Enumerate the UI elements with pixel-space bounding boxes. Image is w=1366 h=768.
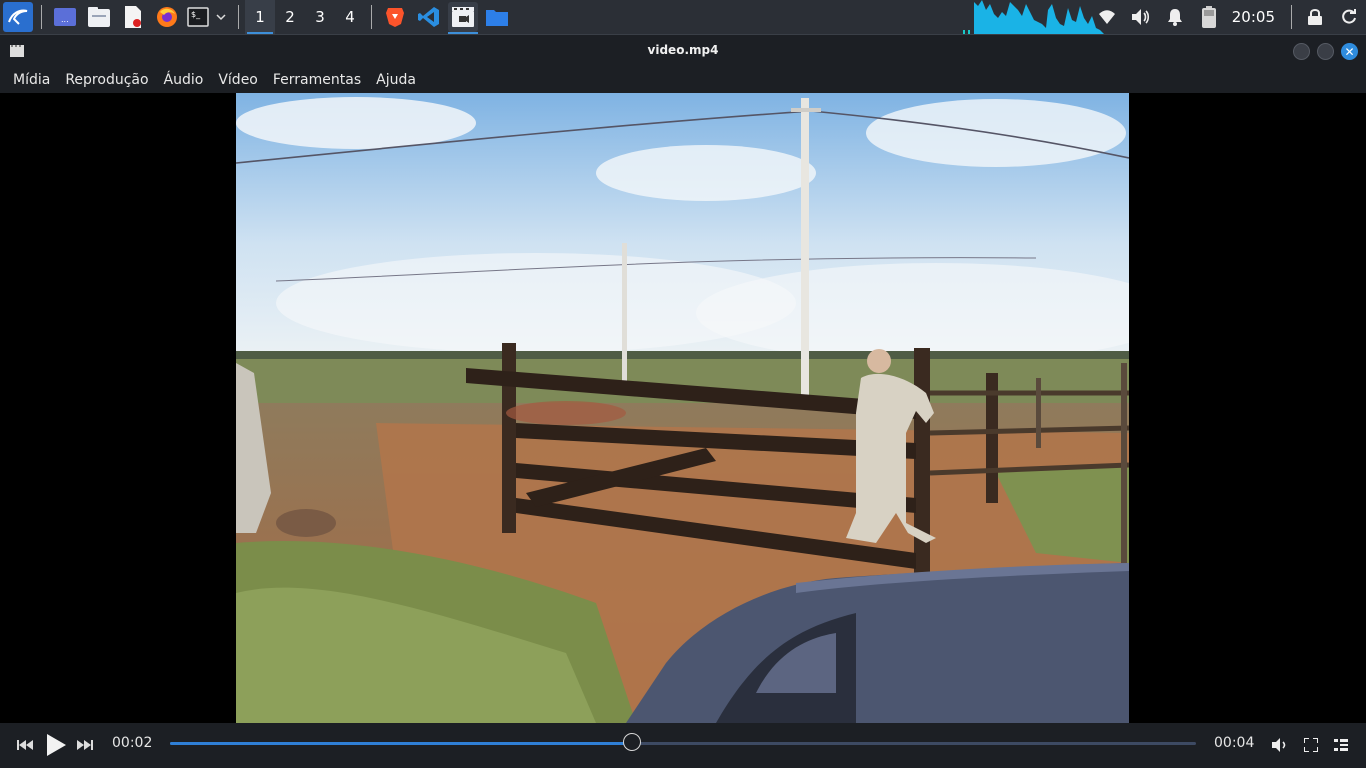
close-icon: ✕ <box>1344 44 1355 59</box>
next-button[interactable] <box>74 735 96 755</box>
taskbar: ... $_ 1 2 3 4 20:05 <box>0 0 1366 34</box>
firefox-icon[interactable] <box>152 2 182 32</box>
total-time: 00:04 <box>1214 735 1255 751</box>
volume-icon[interactable] <box>1124 0 1158 34</box>
battery-icon <box>1192 0 1226 34</box>
terminal-icon[interactable]: $_ <box>186 2 230 32</box>
video-player-icon[interactable] <box>448 2 478 34</box>
seek-handle[interactable] <box>622 733 641 751</box>
menu-playback[interactable]: Reprodução <box>59 72 154 88</box>
menu-audio[interactable]: Áudio <box>158 72 210 88</box>
workspace-4[interactable]: 4 <box>335 0 365 34</box>
video-frame-image <box>236 93 1129 723</box>
brave-icon[interactable] <box>380 2 410 32</box>
previous-button[interactable] <box>14 735 36 755</box>
playlist-icon <box>1334 739 1348 751</box>
video-display[interactable] <box>0 93 1366 723</box>
refresh-icon[interactable] <box>1332 0 1366 34</box>
volume-icon <box>1272 738 1286 752</box>
player-controls: 00:02 00:04 <box>0 723 1366 768</box>
taskbar-separator <box>238 5 239 29</box>
fullscreen-icon <box>1304 738 1318 752</box>
taskbar-separator <box>371 5 372 29</box>
wifi-icon[interactable] <box>1090 0 1124 34</box>
workspace-2[interactable]: 2 <box>275 0 305 34</box>
seek-bar[interactable] <box>170 733 1196 751</box>
window-title: video.mp4 <box>647 43 719 57</box>
workspace-3[interactable]: 3 <box>305 0 335 34</box>
close-button[interactable]: ✕ <box>1341 43 1358 60</box>
folder-icon[interactable] <box>482 2 512 32</box>
lock-icon[interactable] <box>1298 0 1332 34</box>
menu-tools[interactable]: Ferramentas <box>267 72 367 88</box>
minimize-button[interactable] <box>1293 43 1310 60</box>
playlist-button[interactable] <box>1331 735 1351 755</box>
skip-forward-icon <box>77 740 93 750</box>
play-icon <box>47 734 66 756</box>
seek-progress <box>170 742 632 745</box>
menu-bar: Mídia Reprodução Áudio Vídeo Ferramentas… <box>0 67 1366 93</box>
menu-video[interactable]: Vídeo <box>212 72 264 88</box>
taskbar-separator <box>41 5 42 29</box>
maximize-button[interactable] <box>1317 43 1334 60</box>
kali-menu-icon[interactable] <box>3 2 33 32</box>
svg-text:...: ... <box>61 15 69 24</box>
taskbar-separator <box>1291 5 1292 29</box>
svg-text:$_: $_ <box>191 10 201 19</box>
vscode-icon[interactable] <box>414 2 444 32</box>
file-manager-icon[interactable] <box>84 2 114 32</box>
window-titlebar: video.mp4 ✕ <box>0 34 1366 67</box>
video-frame <box>236 93 1129 723</box>
text-editor-icon[interactable] <box>118 2 148 32</box>
clock[interactable]: 20:05 <box>1232 8 1275 26</box>
menu-media[interactable]: Mídia <box>7 72 56 88</box>
play-button[interactable] <box>42 731 70 759</box>
fullscreen-button[interactable] <box>1301 735 1321 755</box>
workspace-1[interactable]: 1 <box>245 0 275 34</box>
current-time: 00:02 <box>112 735 153 751</box>
skip-back-icon <box>17 740 33 750</box>
notification-icon[interactable] <box>1158 0 1192 34</box>
mute-button[interactable] <box>1270 735 1290 755</box>
cpu-monitor-graph <box>963 0 1104 34</box>
desktop-icon[interactable]: ... <box>50 2 80 32</box>
menu-help[interactable]: Ajuda <box>370 72 422 88</box>
